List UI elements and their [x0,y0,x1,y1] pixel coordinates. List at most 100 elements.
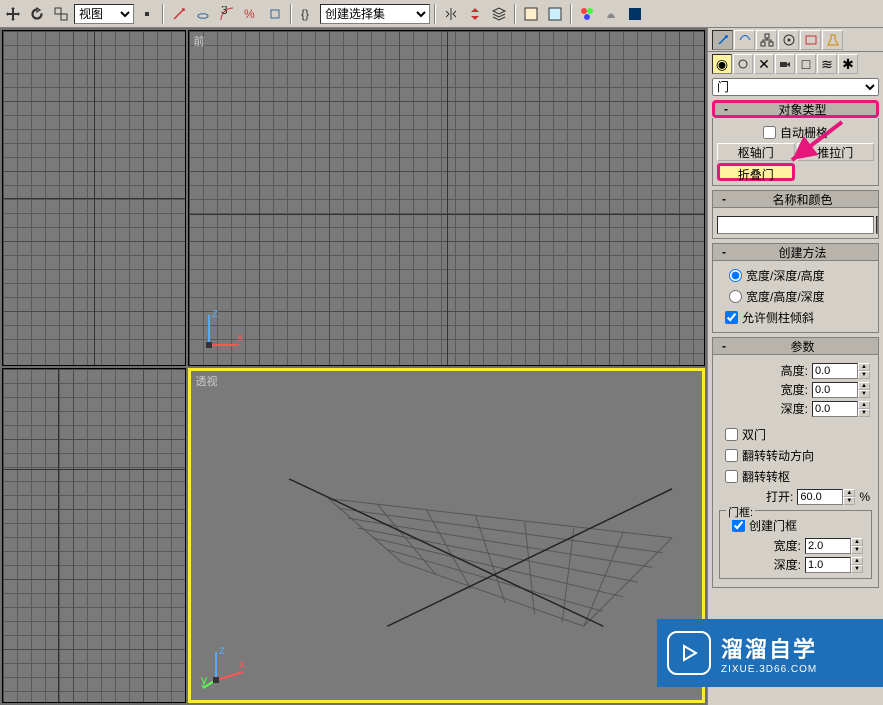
viewport-label: 透视 [195,373,217,389]
flip-swing-checkbox[interactable] [725,449,738,462]
parameters-rollout-header[interactable]: - 参数 [712,337,879,355]
collapse-icon: - [717,339,731,353]
named-selection-select[interactable]: 创建选择集 [320,4,430,24]
frame-group: 门框: 创建门框 宽度: ▲▼ 深度: ▲▼ [719,510,872,579]
scale-icon[interactable] [50,3,72,25]
spinner-down-icon[interactable]: ▼ [843,497,855,505]
collapse-icon: - [717,192,731,206]
svg-text:z: z [219,643,225,657]
spinner-up-icon[interactable]: ▲ [851,557,863,565]
watermark-url: ZIXUE.3D66.COM [721,664,817,675]
pivot-door-button[interactable]: 枢轴门 [717,143,795,161]
collapse-icon: - [717,245,731,259]
spacewarps-subtab-icon[interactable]: ≋ [817,54,837,74]
spinner-up-icon[interactable]: ▲ [851,538,863,546]
motion-tab-icon[interactable] [778,30,799,50]
viewport-front[interactable]: 前 z x [188,30,705,366]
viewport-bottom-left[interactable] [2,368,186,704]
spinner-down-icon[interactable]: ▼ [851,546,863,554]
axis-gizmo-icon: z x y [201,640,251,690]
shapes-subtab-icon[interactable] [733,54,753,74]
mirror-icon[interactable] [440,3,462,25]
layers-icon[interactable] [488,3,510,25]
render-icon[interactable] [624,3,646,25]
svg-text:x: x [239,657,245,671]
modify-tab-icon[interactable] [734,30,755,50]
collapse-icon: - [719,102,733,116]
manipulator-icon[interactable] [168,3,190,25]
watermark-title: 溜溜自学 [721,632,817,664]
viewport-container: 前 z x 透视 [0,28,707,705]
command-tabs [708,28,883,52]
object-name-input[interactable] [717,216,874,234]
svg-text:{}: {} [301,7,309,21]
spinner-up-icon[interactable]: ▲ [858,382,870,390]
svg-text:%: % [244,7,255,21]
percent-snap-icon[interactable]: % [240,3,262,25]
spinner-down-icon[interactable]: ▼ [858,371,870,379]
hierarchy-tab-icon[interactable] [756,30,777,50]
utilities-tab-icon[interactable] [822,30,843,50]
curve-editor-icon[interactable] [520,3,542,25]
double-doors-checkbox[interactable] [725,428,738,441]
watermark-overlay: 溜溜自学 ZIXUE.3D66.COM [657,619,883,687]
geometry-subtab-icon[interactable]: ◉ [712,54,732,74]
pivot-icon[interactable] [136,3,158,25]
auto-grid-checkbox[interactable] [763,126,776,139]
spinner-up-icon[interactable]: ▲ [843,489,855,497]
depth-input[interactable] [812,401,858,417]
object-type-rollout-header[interactable]: - 对象类型 [712,100,879,118]
snap-3d-icon[interactable] [192,3,214,25]
angle-snap-icon[interactable]: 3 [216,3,238,25]
category-select[interactable]: 门 [712,78,879,96]
watermark-logo-icon [667,631,711,675]
material-editor-icon[interactable] [576,3,598,25]
sliding-door-button[interactable]: 推拉门 [797,143,875,161]
whd-radio[interactable] [729,290,742,303]
lights-subtab-icon[interactable]: ✕ [754,54,774,74]
spinner-down-icon[interactable]: ▼ [851,565,863,573]
spinner-up-icon[interactable]: ▲ [858,363,870,371]
create-tab-icon[interactable] [712,30,733,50]
perspective-grid [191,371,702,685]
viewport-label: 前 [193,33,204,49]
svg-text:x: x [237,330,243,344]
helpers-subtab-icon[interactable]: □ [796,54,816,74]
axis-gizmo-icon: z x [199,305,249,355]
main-toolbar: 视图 3 % {} 创建选择集 [0,0,883,28]
allow-tilt-checkbox[interactable] [725,311,738,324]
align-icon[interactable] [464,3,486,25]
display-tab-icon[interactable] [800,30,821,50]
cameras-subtab-icon[interactable] [775,54,795,74]
viewport-top-left[interactable] [2,30,186,366]
schematic-icon[interactable] [544,3,566,25]
spinner-down-icon[interactable]: ▼ [858,409,870,417]
viewport-perspective[interactable]: 透视 [188,368,705,704]
svg-text:z: z [212,306,218,320]
object-color-swatch[interactable] [876,216,878,234]
spinner-snap-icon[interactable] [264,3,286,25]
name-color-rollout-header[interactable]: - 名称和颜色 [712,190,879,208]
render-setup-icon[interactable] [600,3,622,25]
height-input[interactable] [812,363,858,379]
open-input[interactable] [797,489,843,505]
frame-depth-input[interactable] [805,557,851,573]
systems-subtab-icon[interactable]: ✱ [838,54,858,74]
svg-text:3: 3 [221,6,228,17]
reference-coord-select[interactable]: 视图 [74,4,134,24]
frame-width-input[interactable] [805,538,851,554]
creation-method-rollout-header[interactable]: - 创建方法 [712,243,879,261]
rotate-icon[interactable] [26,3,48,25]
move-icon[interactable] [2,3,24,25]
svg-text:y: y [201,673,207,687]
wdh-radio[interactable] [729,269,742,282]
spinner-up-icon[interactable]: ▲ [858,401,870,409]
named-selection-icon[interactable]: {} [296,3,318,25]
command-panel: ◉ ✕ □ ≋ ✱ 门 - 对象类型 自动栅格 [707,28,883,705]
flip-hinge-checkbox[interactable] [725,470,738,483]
create-frame-checkbox[interactable] [732,519,745,532]
spinner-down-icon[interactable]: ▼ [858,390,870,398]
bifold-door-button[interactable]: 折叠门 [717,163,795,181]
width-input[interactable] [812,382,858,398]
create-subtabs: ◉ ✕ □ ≋ ✱ [708,52,883,76]
